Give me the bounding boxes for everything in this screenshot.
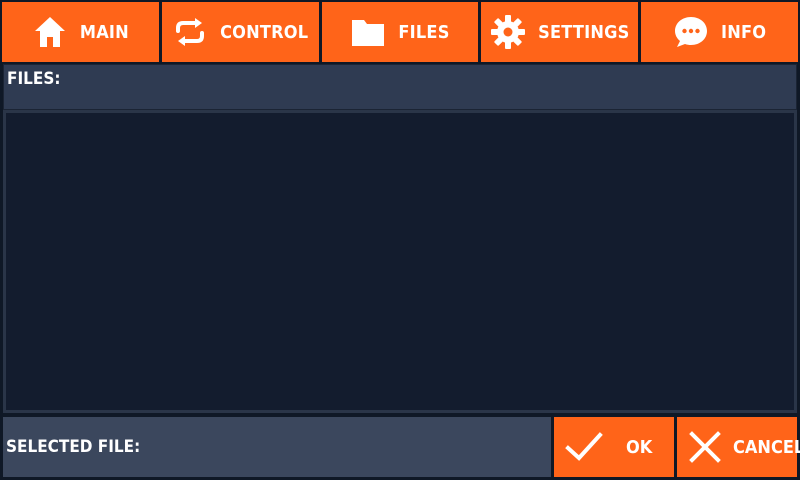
tab-control[interactable]: CONTROL <box>161 2 319 62</box>
files-panel-title: FILES: <box>7 69 61 89</box>
tab-info-label: INFO <box>720 21 767 43</box>
selected-file-field: SELECTED FILE: <box>3 417 551 477</box>
ok-button[interactable]: OK <box>554 417 674 477</box>
folder-icon <box>350 14 386 50</box>
chat-bubble-icon <box>673 14 709 50</box>
refresh-icon <box>172 14 208 50</box>
home-icon <box>32 14 68 50</box>
tab-settings-label: SETTINGS <box>538 21 630 43</box>
cancel-button[interactable]: CANCEL <box>677 417 800 477</box>
ok-button-label: OK <box>626 436 653 458</box>
checkmark-icon <box>564 427 604 467</box>
tab-files-label: FILES <box>398 21 450 43</box>
tab-settings[interactable]: SETTINGS <box>481 2 639 62</box>
close-icon <box>685 427 725 467</box>
files-panel-header: FILES: <box>3 64 797 110</box>
file-list[interactable] <box>3 110 797 413</box>
tab-info[interactable]: INFO <box>641 2 798 62</box>
bottom-bar: SELECTED FILE: OK CANCEL <box>3 417 800 477</box>
file-browser-screen: MAIN CONTROL FILES SETTINGS INFO FILES: … <box>0 0 800 480</box>
selected-file-label: SELECTED FILE: <box>6 437 141 457</box>
tab-control-label: CONTROL <box>220 21 309 43</box>
tab-files[interactable]: FILES <box>321 2 479 62</box>
gear-icon <box>490 14 526 50</box>
top-nav: MAIN CONTROL FILES SETTINGS INFO <box>0 0 800 64</box>
tab-main-label: MAIN <box>79 21 129 43</box>
tab-main[interactable]: MAIN <box>2 2 159 62</box>
cancel-button-label: CANCEL <box>733 436 800 458</box>
